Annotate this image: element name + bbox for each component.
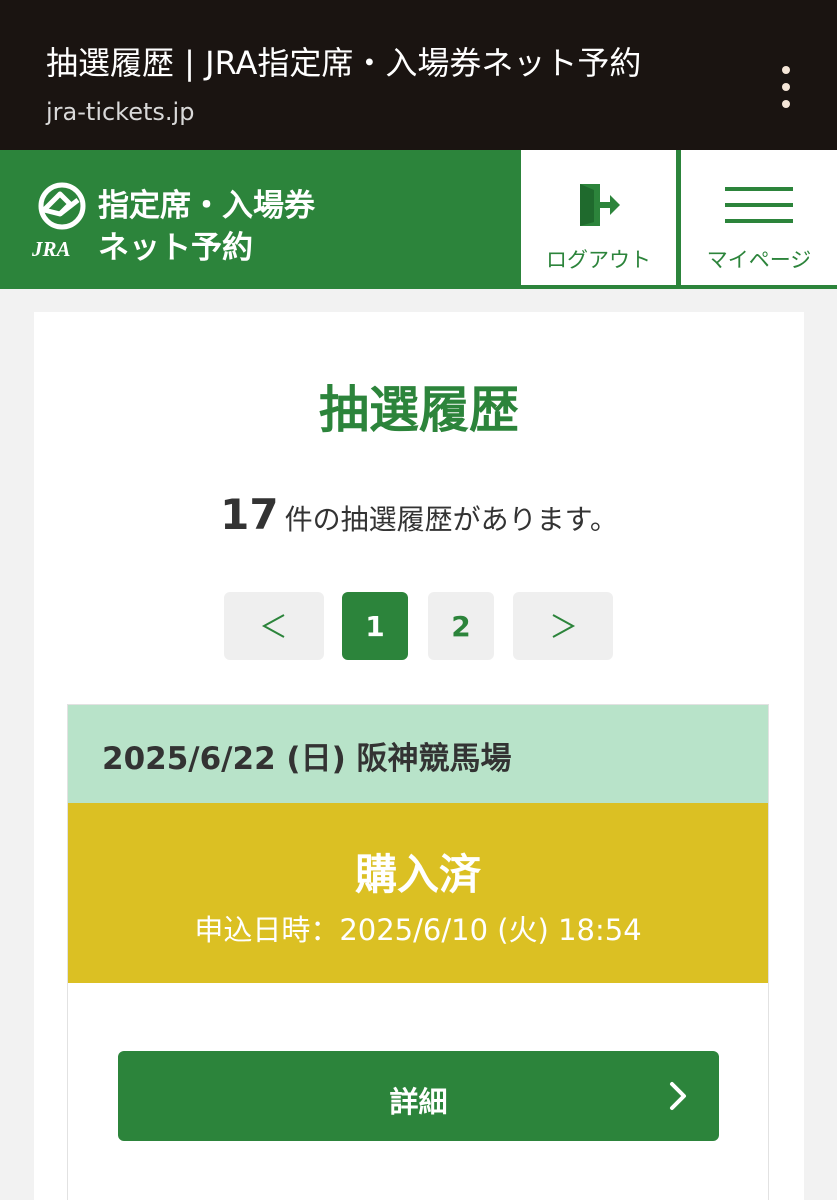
site-logo[interactable]: JRA 指定席・入場券 ネット予約 [30, 180, 510, 266]
logout-icon [576, 182, 622, 228]
entry-header: 2025/6/22 (日) 阪神競馬場 [68, 705, 768, 803]
mypage-button[interactable]: マイページ [681, 150, 837, 285]
browser-url[interactable]: jra-tickets.jp [46, 98, 194, 126]
result-count-text: 件の抽選履歴があります。 [284, 503, 618, 536]
mypage-label: マイページ [706, 248, 812, 272]
browser-titlebar: 抽選履歴 | JRA指定席・入場券ネット予約 jra-tickets.jp [0, 0, 837, 150]
site-header: JRA 指定席・入場券 ネット予約 ログアウト マイページ [0, 150, 837, 289]
logout-button[interactable]: ログアウト [521, 150, 676, 285]
browser-page-title: 抽選履歴 | JRA指定席・入場券ネット予約 [46, 44, 642, 82]
detail-button[interactable]: 詳細 [118, 1051, 719, 1141]
entry-status-panel: 購入済 申込日時：2025/6/10 (火) 18:54 [68, 803, 768, 983]
chevron-left-icon [261, 614, 285, 638]
result-count-number: 17 [220, 490, 279, 539]
logout-label: ログアウト [546, 248, 651, 272]
content-card: 抽選履歴 17 件の抽選履歴があります。 1 2 2025/6/22 (日) 阪神… [34, 312, 804, 1200]
lottery-entry: 2025/6/22 (日) 阪神競馬場 購入済 申込日時：2025/6/10 (… [67, 704, 769, 1200]
pagination-page-1[interactable]: 1 [342, 592, 408, 660]
detail-button-label: 詳細 [389, 1085, 448, 1119]
page-title: 抽選履歴 [319, 381, 519, 439]
chevron-right-icon [552, 614, 576, 638]
result-count: 17 件の抽選履歴があります。 [34, 490, 804, 539]
menu-icon [725, 182, 793, 228]
chevron-right-icon [670, 1082, 686, 1110]
pagination-next[interactable] [513, 592, 613, 660]
site-name-line1: 指定席・入場券 [98, 188, 315, 224]
site-name-line2: ネット予約 [98, 230, 253, 266]
entry-date-venue: 2025/6/22 (日) 阪神競馬場 [102, 741, 512, 777]
pagination-page-2[interactable]: 2 [428, 592, 494, 660]
more-options-icon[interactable] [772, 62, 800, 112]
svg-text:JRA: JRA [31, 237, 71, 260]
pagination-prev[interactable] [224, 592, 324, 660]
jra-logo-mark: JRA [31, 182, 86, 260]
status-badge: 購入済 [354, 850, 481, 899]
applied-datetime: 申込日時：2025/6/10 (火) 18:54 [194, 913, 642, 947]
